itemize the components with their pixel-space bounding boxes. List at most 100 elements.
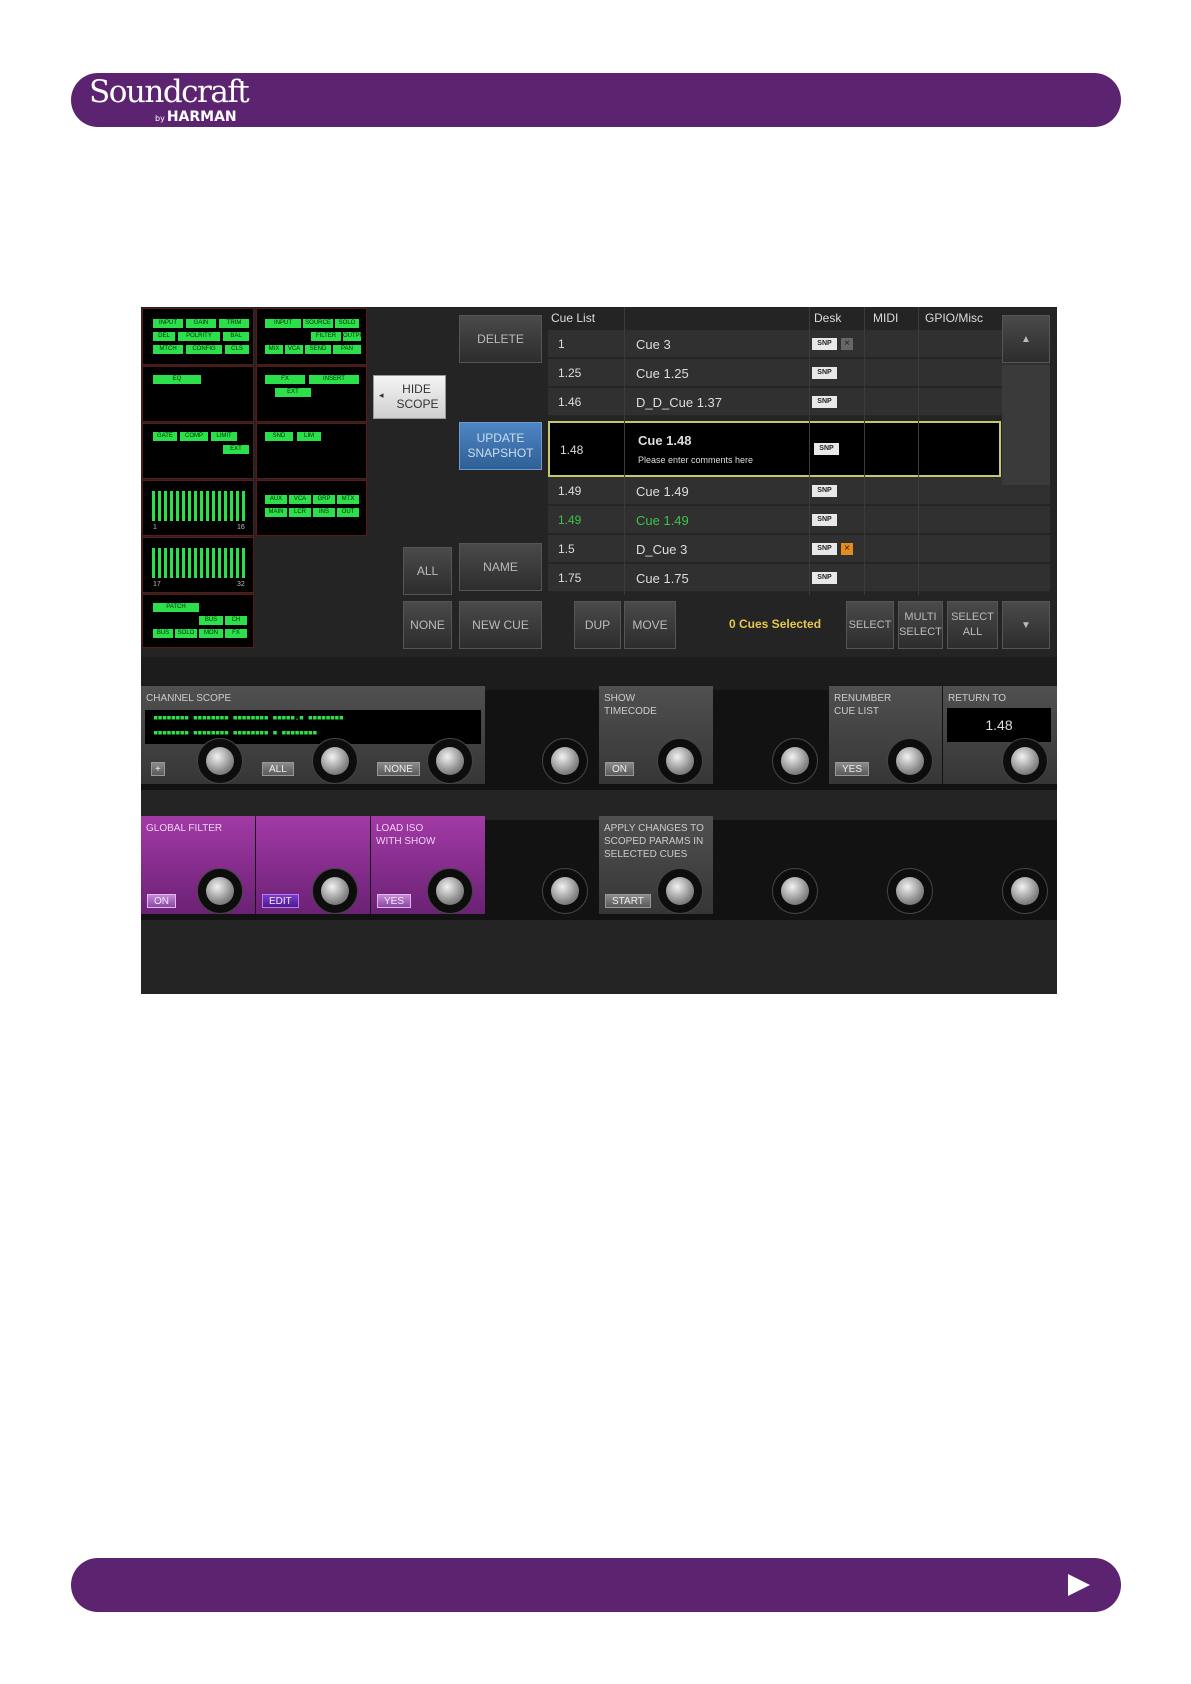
channel-bar[interactable] <box>170 491 173 521</box>
scope-cell[interactable]: SEND <box>305 345 331 354</box>
encoder-knob[interactable] <box>197 738 243 784</box>
hide-scope-button[interactable]: ◂ HIDE SCOPE <box>373 375 446 419</box>
multi-select-button[interactable]: MULTI SELECT <box>898 601 943 649</box>
select-all-button[interactable]: SELECT ALL <box>947 601 998 649</box>
channel-bar[interactable] <box>236 491 239 521</box>
scope-cell[interactable]: CONFIG <box>186 345 222 354</box>
channel-bar[interactable] <box>200 491 203 521</box>
none-button[interactable]: NONE <box>403 601 452 649</box>
channel-bar[interactable] <box>242 548 245 578</box>
channel-bar[interactable] <box>188 491 191 521</box>
scope-block-snd[interactable]: SND LIM <box>256 423 367 479</box>
channel-bar[interactable] <box>182 491 185 521</box>
channel-bar[interactable] <box>200 548 203 578</box>
encoder-knob[interactable] <box>197 868 243 914</box>
encoder-knob[interactable] <box>542 868 588 914</box>
scope-cell[interactable]: POLRITY <box>178 332 220 341</box>
scroll-down-button[interactable]: ▼ <box>1002 601 1050 649</box>
channel-bar[interactable] <box>152 548 155 578</box>
scope-cell[interactable]: LCR <box>289 508 311 517</box>
delete-button[interactable]: DELETE <box>459 315 542 363</box>
scope-cell[interactable]: MAIN <box>265 508 287 517</box>
scope-cell[interactable]: INPUT <box>153 319 183 328</box>
scope-cell[interactable]: BUS <box>153 629 173 638</box>
channel-bar[interactable] <box>188 548 191 578</box>
scope-block-source[interactable]: INPUT SOURCE SOLO FILTER OUTPUT MIX VCA … <box>256 308 367 365</box>
cue-row-selected[interactable]: 1.48 Cue 1.48 Please enter comments here… <box>548 421 1001 477</box>
scope-cell[interactable]: SOLO <box>175 629 197 638</box>
global-filter-on-button[interactable]: ON <box>147 894 176 908</box>
scope-cell[interactable]: MTX <box>337 495 359 504</box>
channel-bar[interactable] <box>164 491 167 521</box>
channel-bar[interactable] <box>224 548 227 578</box>
scope-cell[interactable]: GATE <box>153 432 177 441</box>
close-icon[interactable]: × <box>841 543 853 555</box>
scope-cell[interactable]: EXT <box>223 445 249 454</box>
scope-cell[interactable]: COMP <box>180 432 208 441</box>
load-iso-yes-button[interactable]: YES <box>377 894 412 908</box>
edit-button[interactable]: EDIT <box>262 894 299 908</box>
channel-bar[interactable] <box>230 491 233 521</box>
scope-cell[interactable]: BUS <box>199 616 223 625</box>
channel-bar[interactable] <box>206 548 209 578</box>
select-button[interactable]: SELECT <box>846 601 894 649</box>
encoder-knob[interactable] <box>1002 738 1048 784</box>
channel-bar[interactable] <box>212 548 215 578</box>
update-snapshot-button[interactable]: UPDATE SNAPSHOT <box>459 422 542 470</box>
scope-cell[interactable]: TRIM <box>219 319 249 328</box>
channel-bar[interactable] <box>230 548 233 578</box>
scope-block-ch17-32[interactable]: 17 32 <box>142 537 254 593</box>
scope-cell[interactable]: VCA <box>289 495 311 504</box>
scope-cell[interactable]: GRP <box>313 495 335 504</box>
scope-cell[interactable]: PAN <box>333 345 361 354</box>
channel-bar[interactable] <box>224 491 227 521</box>
dup-button[interactable]: DUP <box>574 601 621 649</box>
scope-cell[interactable]: SOURCE <box>303 319 333 328</box>
channel-bar[interactable] <box>152 491 155 521</box>
channel-bar[interactable] <box>164 548 167 578</box>
channel-bar[interactable] <box>194 548 197 578</box>
scope-cell[interactable]: PATCH <box>153 603 199 612</box>
scope-all-button[interactable]: ALL <box>262 762 294 776</box>
scope-block-fx[interactable]: FX INSERT EXT <box>256 366 367 422</box>
scope-none-button[interactable]: NONE <box>377 762 420 776</box>
scroll-up-button[interactable]: ▲ <box>1002 315 1050 363</box>
scope-cell[interactable]: CH <box>225 616 247 625</box>
move-button[interactable]: MOVE <box>624 601 676 649</box>
renumber-yes-button[interactable]: YES <box>835 762 870 776</box>
scope-block-aux[interactable]: AUX VCA GRP MTX MAIN LCR INS OUT <box>256 480 367 536</box>
scope-cell[interactable]: SND <box>265 432 293 441</box>
scope-cell[interactable]: FX <box>265 375 305 384</box>
scope-cell[interactable]: LIMIT <box>211 432 237 441</box>
scope-block-misc[interactable]: PATCH BUS CH BUS SOLO MON FX <box>142 594 254 648</box>
channel-bar[interactable] <box>242 491 245 521</box>
encoder-knob[interactable] <box>887 738 933 784</box>
encoder-knob[interactable] <box>427 868 473 914</box>
encoder-knob[interactable] <box>312 738 358 784</box>
return-to-value[interactable]: 1.48 <box>947 708 1051 742</box>
scope-cell[interactable]: INSERT <box>309 375 359 384</box>
scope-cell[interactable]: OUTPUT <box>343 332 361 341</box>
scope-cell[interactable]: VCA <box>285 345 303 354</box>
scope-cell[interactable]: EXT <box>275 388 311 397</box>
scope-cell[interactable]: CLS <box>225 345 249 354</box>
scope-cell[interactable]: FILTER <box>311 332 341 341</box>
channel-bar[interactable] <box>206 491 209 521</box>
channel-bar[interactable] <box>176 548 179 578</box>
close-icon[interactable]: × <box>841 338 853 350</box>
encoder-knob[interactable] <box>542 738 588 784</box>
encoder-knob[interactable] <box>772 868 818 914</box>
scope-block-eq[interactable]: EQ <box>142 366 254 422</box>
new-cue-button[interactable]: NEW CUE <box>459 601 542 649</box>
scope-cell[interactable]: LIM <box>297 432 321 441</box>
scope-cell[interactable]: BAL <box>223 332 249 341</box>
encoder-knob[interactable] <box>1002 868 1048 914</box>
scope-cell[interactable]: EQ <box>153 375 201 384</box>
scope-cell[interactable]: MON <box>199 629 223 638</box>
encoder-knob[interactable] <box>657 738 703 784</box>
encoder-knob[interactable] <box>887 868 933 914</box>
channel-bar[interactable] <box>182 548 185 578</box>
scope-cell[interactable]: INS <box>313 508 335 517</box>
scope-cell[interactable]: INPUT <box>265 319 301 328</box>
channel-bar[interactable] <box>158 548 161 578</box>
